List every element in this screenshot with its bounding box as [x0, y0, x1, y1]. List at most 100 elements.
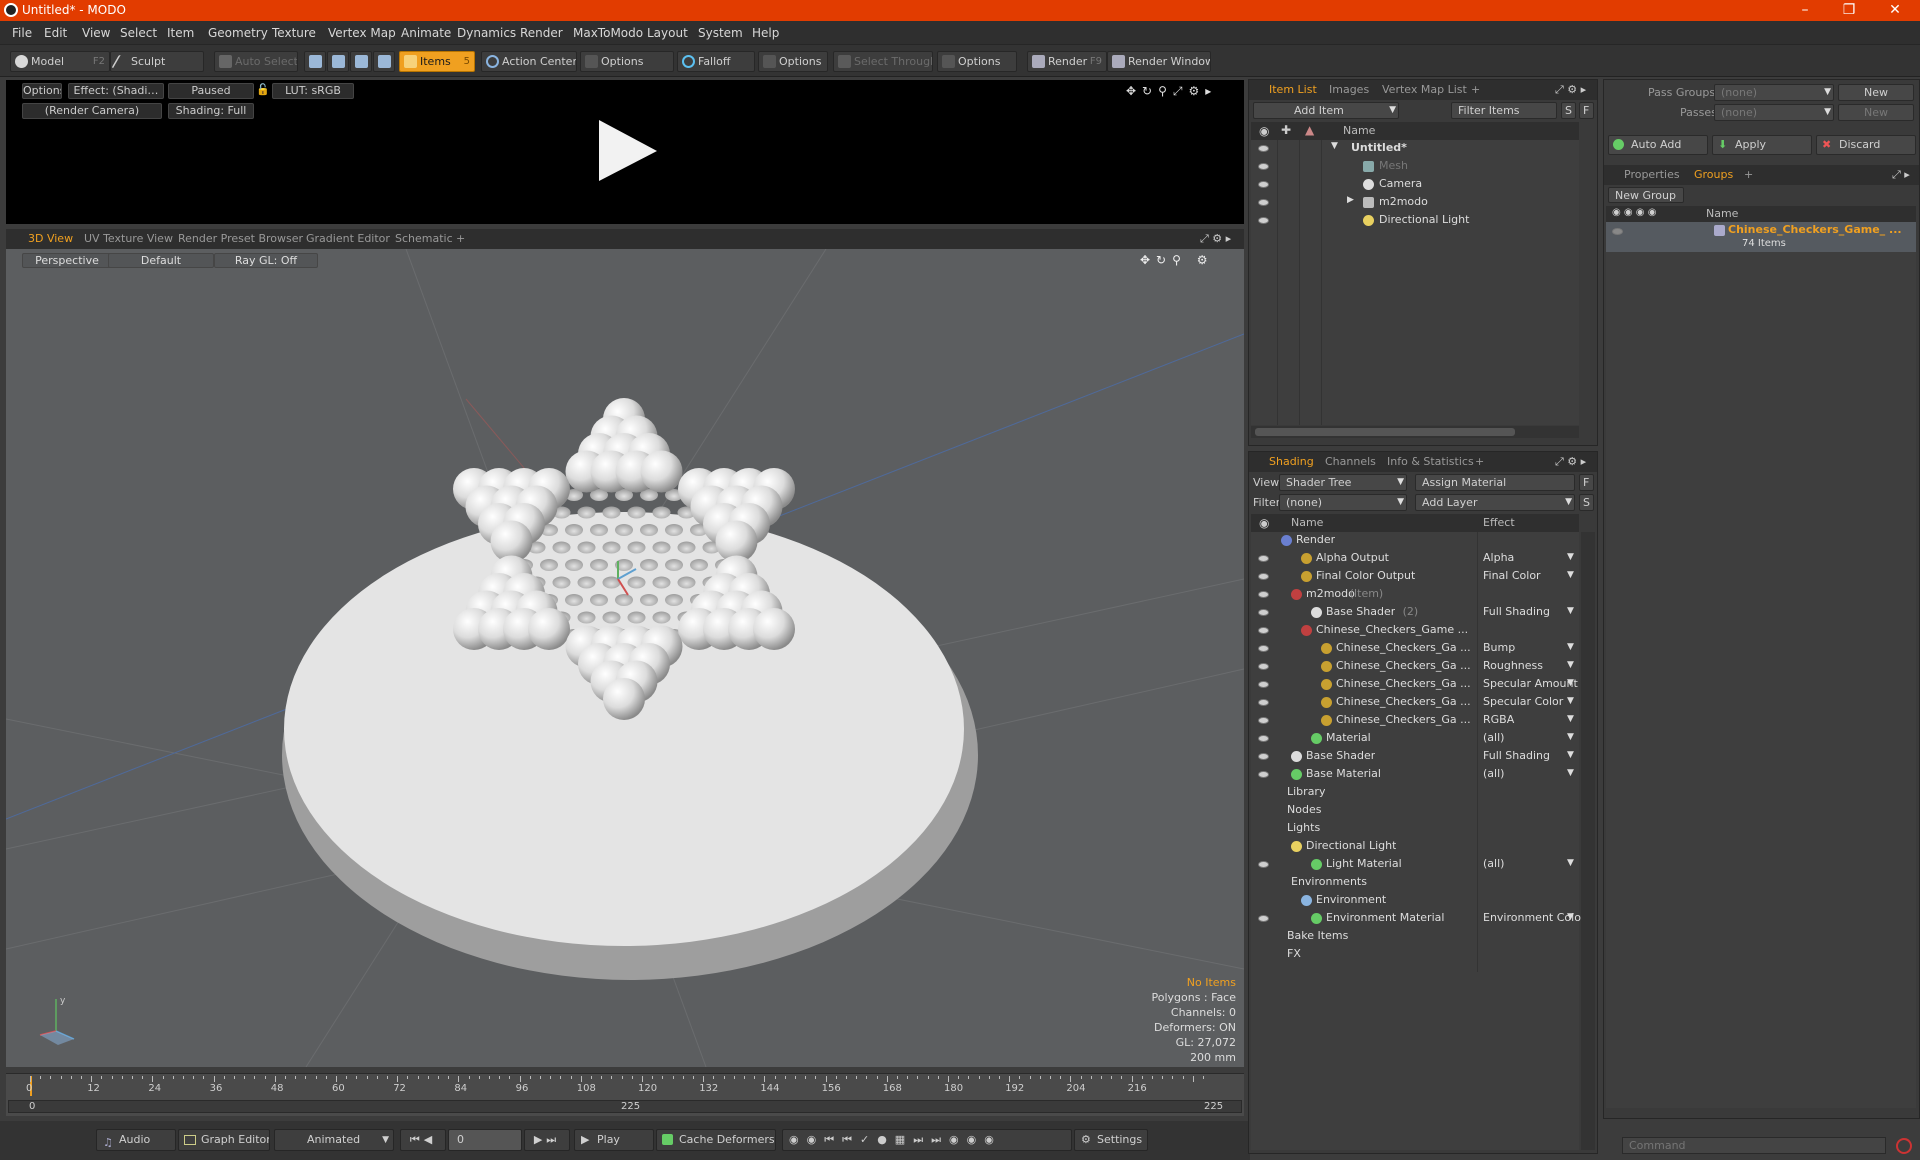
frame-field[interactable]: 0 [448, 1129, 522, 1151]
eye-icon[interactable] [1258, 199, 1269, 206]
vertex-select-button[interactable] [304, 51, 326, 72]
eye-icon[interactable] [1258, 717, 1269, 724]
group-row-chinese-checkers[interactable]: Chinese_Checkers_Game_ ... 74 Items [1606, 222, 1916, 252]
chevron-down-icon[interactable]: ▼ [1567, 606, 1574, 616]
tab-channels[interactable]: Channels [1325, 455, 1376, 468]
eye-icon[interactable] [1258, 145, 1269, 152]
add-tab-icon[interactable]: + [1471, 83, 1480, 96]
shader-row[interactable]: Nodes [1251, 802, 1579, 820]
eye-icon[interactable] [1258, 753, 1269, 760]
menu-animate[interactable]: Animate [401, 26, 451, 40]
tab-item-list[interactable]: Item List [1269, 83, 1317, 96]
shading-filter-dropdown[interactable]: (none) ▼ [1279, 494, 1407, 511]
menu-view[interactable]: View [82, 26, 110, 40]
eye-icon[interactable] [1258, 627, 1269, 634]
viewport-panel-icons[interactable]: ⤢ ⚙ ▸ [1200, 232, 1231, 246]
tab-properties[interactable]: Properties [1624, 168, 1680, 181]
minimize-icon[interactable]: – [1782, 0, 1828, 21]
eye-icon[interactable] [1258, 699, 1269, 706]
chevron-down-icon[interactable]: ▼ [1567, 714, 1574, 724]
eye-icon[interactable] [1258, 861, 1269, 868]
item-list-scrollbar[interactable] [1251, 426, 1579, 438]
menu-file[interactable]: File [12, 26, 32, 40]
chevron-down-icon[interactable]: ▼ [1567, 552, 1574, 562]
item-row-mesh[interactable]: Mesh [1251, 158, 1579, 176]
eye-icon[interactable] [1612, 228, 1623, 235]
item-row-camera[interactable]: Camera [1251, 176, 1579, 194]
tab-schematic[interactable]: Schematic [395, 232, 453, 245]
filter-f-button[interactable]: F [1579, 102, 1594, 119]
item-row-m2modo[interactable]: ▶ m2modo [1251, 194, 1579, 212]
select-through-options-button[interactable]: Options [937, 51, 1017, 72]
shading-dropdown[interactable]: Shading: Full [168, 103, 254, 119]
tab-groups[interactable]: Groups [1694, 168, 1733, 181]
menu-select[interactable]: Select [120, 26, 157, 40]
shader-effect-dropdown[interactable]: (all) [1483, 767, 1504, 780]
chevron-down-icon[interactable]: ▼ [1567, 750, 1574, 760]
add-tab-icon[interactable]: + [456, 232, 465, 245]
tab-render-preset-browser[interactable]: Render Preset Browser [178, 232, 303, 245]
shader-row[interactable]: Environment [1251, 892, 1579, 910]
action-center-button[interactable]: Action Center [481, 51, 577, 72]
paused-button[interactable]: Paused [168, 83, 254, 99]
filter-items-input[interactable]: Filter Items [1451, 102, 1557, 119]
eye-icon[interactable] [1258, 181, 1269, 188]
pass-groups-dropdown[interactable]: (none) ▼ [1714, 84, 1834, 101]
shader-effect-dropdown[interactable]: Full Shading [1483, 605, 1550, 618]
settings-button[interactable]: ⚙ Settings [1074, 1129, 1148, 1151]
shader-row[interactable]: m2modo (Item) [1251, 586, 1579, 604]
shading-s-button[interactable]: S [1579, 494, 1594, 511]
menu-help[interactable]: Help [752, 26, 779, 40]
chevron-down-icon[interactable]: ▼ [1567, 696, 1574, 706]
chevron-down-icon[interactable]: ▼ [1567, 768, 1574, 778]
shader-row[interactable]: Base Material (all) ▼ [1251, 766, 1579, 784]
render-camera-dropdown[interactable]: (Render Camera) [22, 103, 162, 119]
chevron-down-icon[interactable]: ▼ [1567, 912, 1574, 922]
shader-row[interactable]: Render [1251, 532, 1579, 550]
range-slider[interactable]: 0 225 225 [8, 1100, 1242, 1113]
shader-effect-dropdown[interactable]: Full Shading [1483, 749, 1550, 762]
play-button[interactable]: ▶ Play [574, 1129, 654, 1151]
menu-item[interactable]: Item [167, 26, 194, 40]
play-icon[interactable] [591, 115, 661, 185]
shader-row[interactable]: Lights [1251, 820, 1579, 838]
shader-row[interactable]: Alpha Output Alpha ▼ [1251, 550, 1579, 568]
timeline[interactable]: 0 12 24 36 48 60 72 84 96 108 120 132 144 156 168 180 19… [6, 1073, 1244, 1116]
tab-images[interactable]: Images [1329, 83, 1369, 96]
model-mode-button[interactable]: Model F2 [10, 51, 110, 72]
shader-effect-dropdown[interactable]: Roughness [1483, 659, 1543, 672]
sculpt-mode-button[interactable]: Sculpt [110, 51, 204, 72]
step-forward-buttons[interactable]: ▶⏭ [524, 1129, 570, 1151]
tab-3d-view[interactable]: 3D View [28, 232, 73, 245]
auto-add-button[interactable]: Auto Add [1608, 135, 1708, 155]
close-icon[interactable]: ✕ [1872, 0, 1918, 21]
animated-dropdown[interactable]: Animated ▼ [274, 1129, 394, 1151]
view-dropdown[interactable]: Shader Tree ▼ [1279, 474, 1407, 491]
shader-row[interactable]: Material (all) ▼ [1251, 730, 1579, 748]
shader-row[interactable]: Base Shader Full Shading ▼ [1251, 748, 1579, 766]
eye-icon[interactable] [1258, 645, 1269, 652]
assign-material-button[interactable]: Assign Material [1415, 474, 1575, 491]
shader-row[interactable]: Chinese_Checkers_Ga ... Bump ▼ [1251, 640, 1579, 658]
eye-icon[interactable] [1258, 771, 1269, 778]
shader-row[interactable]: Environments [1251, 874, 1579, 892]
add-tab-icon[interactable]: + [1475, 455, 1484, 468]
menu-dynamics[interactable]: Dynamics [457, 26, 516, 40]
menu-geometry[interactable]: Geometry [208, 26, 268, 40]
eye-icon[interactable] [1258, 591, 1269, 598]
shader-row[interactable]: Environment Material Environment Color ▼ [1251, 910, 1585, 928]
menu-vertex-map[interactable]: Vertex Map [328, 26, 396, 40]
shader-row[interactable]: Chinese_Checkers_Game ... [1251, 622, 1579, 640]
eye-icon[interactable] [1258, 915, 1269, 922]
menu-layout[interactable]: Layout [647, 26, 688, 40]
auto-select-button[interactable]: Auto Select [214, 51, 298, 72]
lock-icon[interactable]: 🔓 [256, 83, 268, 99]
polygon-select-button[interactable] [350, 51, 372, 72]
shader-effect-dropdown[interactable]: Alpha [1483, 551, 1514, 564]
shader-row[interactable]: Directional Light [1251, 838, 1579, 856]
preview-options-button[interactable]: Options [22, 83, 62, 99]
command-input[interactable] [1622, 1137, 1886, 1154]
expand-arrow-icon[interactable]: ▶ [1347, 195, 1354, 205]
chevron-down-icon[interactable]: ▼ [1567, 732, 1574, 742]
command-stop-icon[interactable] [1896, 1138, 1912, 1154]
